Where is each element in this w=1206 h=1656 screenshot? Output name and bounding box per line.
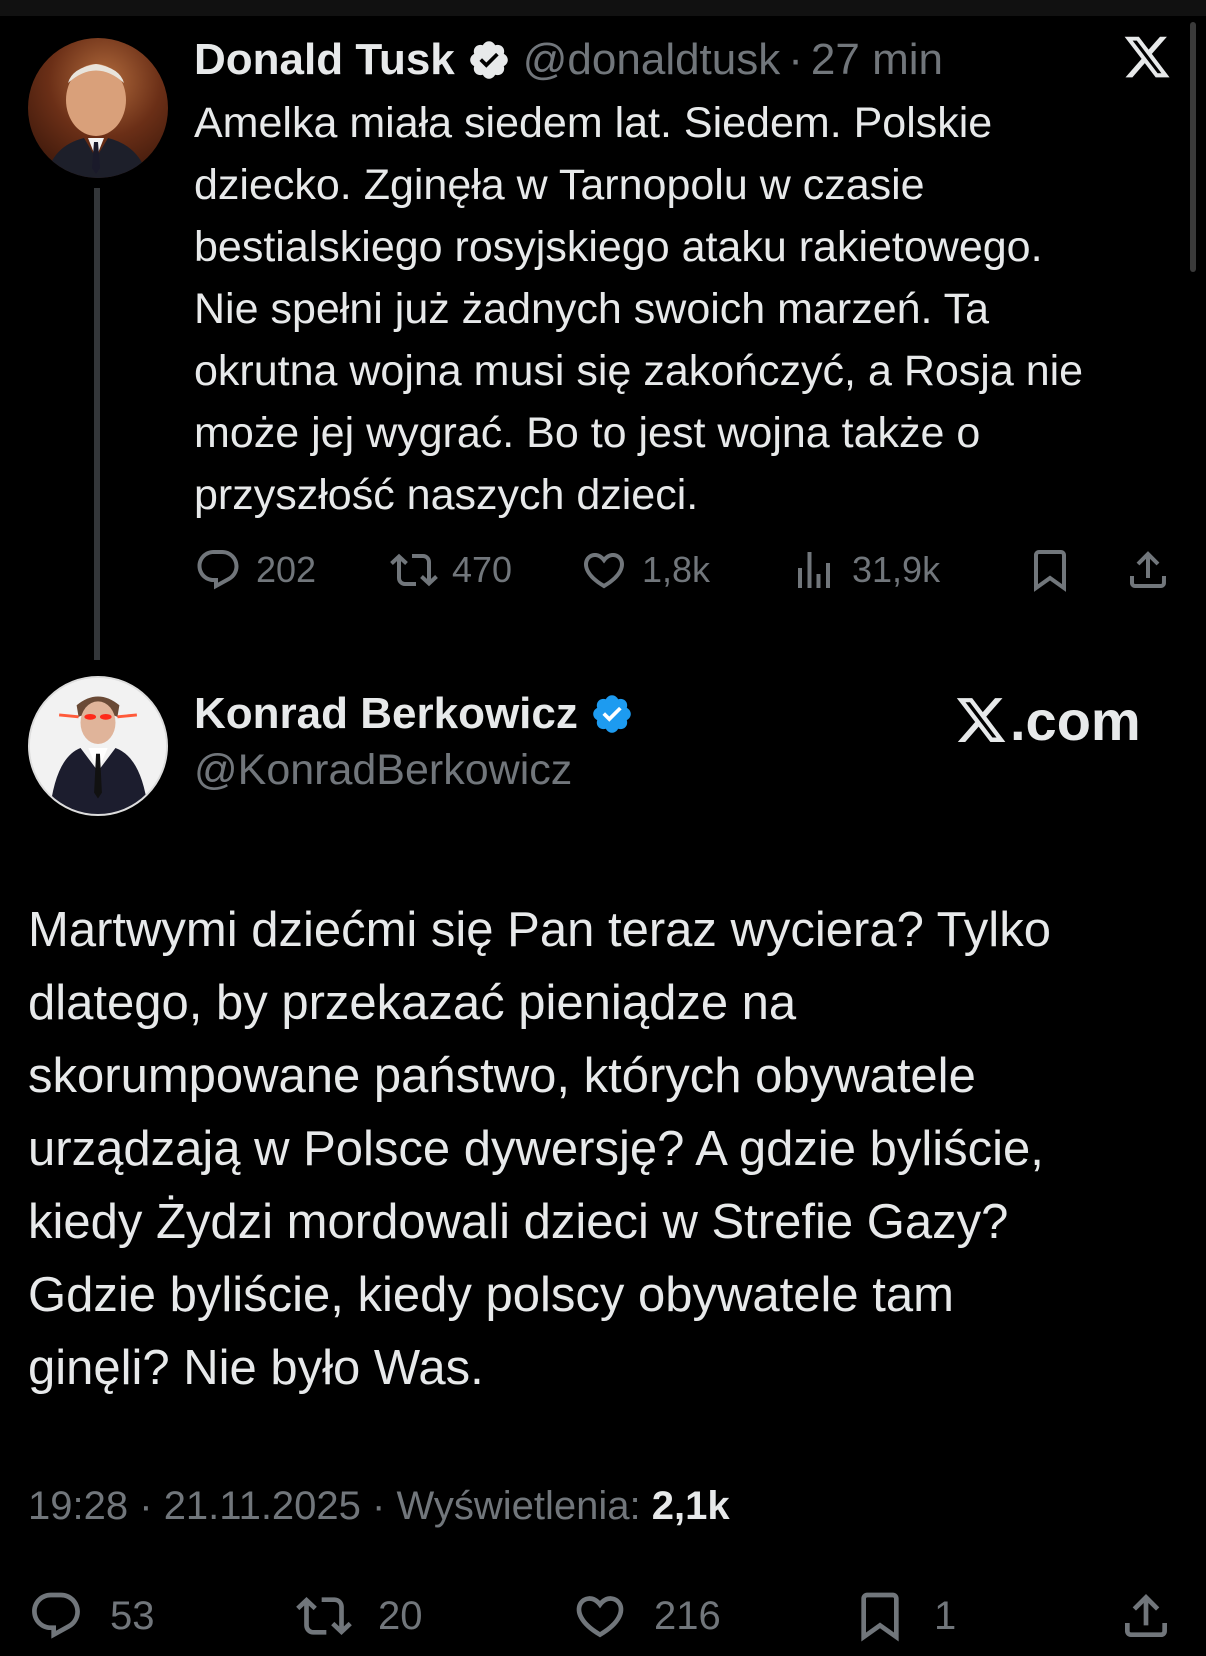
screenshot-page: Donald Tusk @donaldtusk · 27 min Amelka … [0,0,1206,1656]
reply-icon [32,1592,80,1639]
share-icon [1130,551,1166,588]
views-count: 31,9k [852,549,941,590]
bookmark-button[interactable]: 1 [852,1584,956,1648]
tweet-time[interactable]: 27 min [811,35,943,85]
share-icon [1125,1594,1167,1637]
text-line: przyszłość naszych dzieci. [194,471,699,519]
views-button[interactable]: 31,9k [790,540,940,600]
text-line: Nie spełni już żadnych swoich marzeń. Ta [194,285,990,333]
reply-button[interactable]: 202 [194,540,316,600]
verified-badge-icon [469,41,508,79]
quoted-tweet-actions: 202 470 1,8k 31,9k [194,540,1184,600]
text-line: ginęli? Nie było Was. [28,1341,484,1395]
views-count: 2,1k [651,1484,730,1528]
like-count: 216 [654,1593,721,1638]
tweet-date[interactable]: 21.11.2025 [164,1484,361,1528]
main-tweet-actions: 53 20 216 1 [28,1584,1178,1648]
reply-count: 53 [110,1593,155,1638]
verified-badge-icon [593,695,631,733]
reply-button[interactable]: 53 [28,1584,155,1648]
share-button[interactable] [1124,540,1186,600]
repost-icon [390,553,438,587]
text-line: Gdzie byliście, kiedy polscy obywatele t… [28,1268,954,1322]
bookmark-icon [1034,550,1066,592]
text-line: bestialskiego rosyjskiego ataku rakietow… [194,223,1043,271]
heart-icon [576,1596,624,1638]
reply-icon [197,550,239,590]
separator-dot: · [139,1484,153,1528]
watermark-text: .com [1010,688,1141,752]
status-bar-strip [0,0,1206,16]
text-line: może jej wygrać. Bo to jest wojna także … [194,409,981,457]
bookmark-icon [861,1592,899,1642]
tweet-time[interactable]: 19:28 [28,1484,128,1528]
text-line: skorumpowane państwo, których obywatele [28,1049,976,1103]
quoted-tweet-text: Amelka miała siedem lat. Siedem. Polskie… [194,92,1194,526]
thread-connector-line [94,188,100,660]
like-count: 1,8k [642,549,711,590]
bookmark-button[interactable] [1026,540,1088,600]
repost-count: 20 [378,1593,423,1638]
repost-button[interactable]: 20 [296,1584,423,1648]
repost-button[interactable]: 470 [390,540,512,600]
text-line: dziecko. Zginęła w Tarnopolu w czasie [194,161,925,209]
repost-icon [296,1597,352,1635]
share-button[interactable] [1118,1584,1200,1648]
heart-icon [583,553,625,589]
author-name[interactable]: Konrad Berkowicz [194,689,578,739]
main-tweet-text: Martwymi dziećmi się Pan teraz wyciera? … [28,894,1188,1405]
quoted-tweet-header: Donald Tusk @donaldtusk · 27 min [194,30,943,90]
like-button[interactable]: 1,8k [580,540,710,600]
analytics-icon [798,552,830,588]
text-line: kiedy Żydzi mordowali dzieci w Strefie G… [28,1195,1009,1249]
x-logo-icon[interactable] [1122,32,1172,82]
separator-dot: · [372,1484,386,1528]
x-com-watermark: .com [954,684,1141,756]
tweet-meta: 19:28 · 21.11.2025 · Wyświetlenia: 2,1k [28,1484,730,1529]
avatar-donald-tusk[interactable] [28,38,168,178]
text-line: okrutna wojna musi się zakończyć, a Rosj… [194,347,1084,395]
text-line: dlatego, by przekazać pieniądze na [28,976,797,1030]
author-handle[interactable]: @KonradBerkowicz [194,746,572,795]
author-handle[interactable]: @donaldtusk [523,35,781,85]
reply-count: 202 [256,549,317,590]
separator-dot: · [788,35,803,84]
bookmark-count: 1 [934,1593,957,1638]
author-name[interactable]: Donald Tusk [194,35,455,85]
x-logo-icon [956,698,1006,742]
repost-count: 470 [452,549,513,590]
views-label: Wyświetlenia: [396,1484,641,1528]
text-line: Amelka miała siedem lat. Siedem. Polskie [194,99,993,147]
text-line: urządzają w Polsce dywersję? A gdzie byl… [28,1122,1044,1176]
avatar-konrad-berkowicz[interactable] [28,676,168,816]
main-tweet-header: Konrad Berkowicz [194,684,646,744]
like-button[interactable]: 216 [572,1584,721,1648]
text-line: Martwymi dziećmi się Pan teraz wyciera? … [28,903,1051,957]
